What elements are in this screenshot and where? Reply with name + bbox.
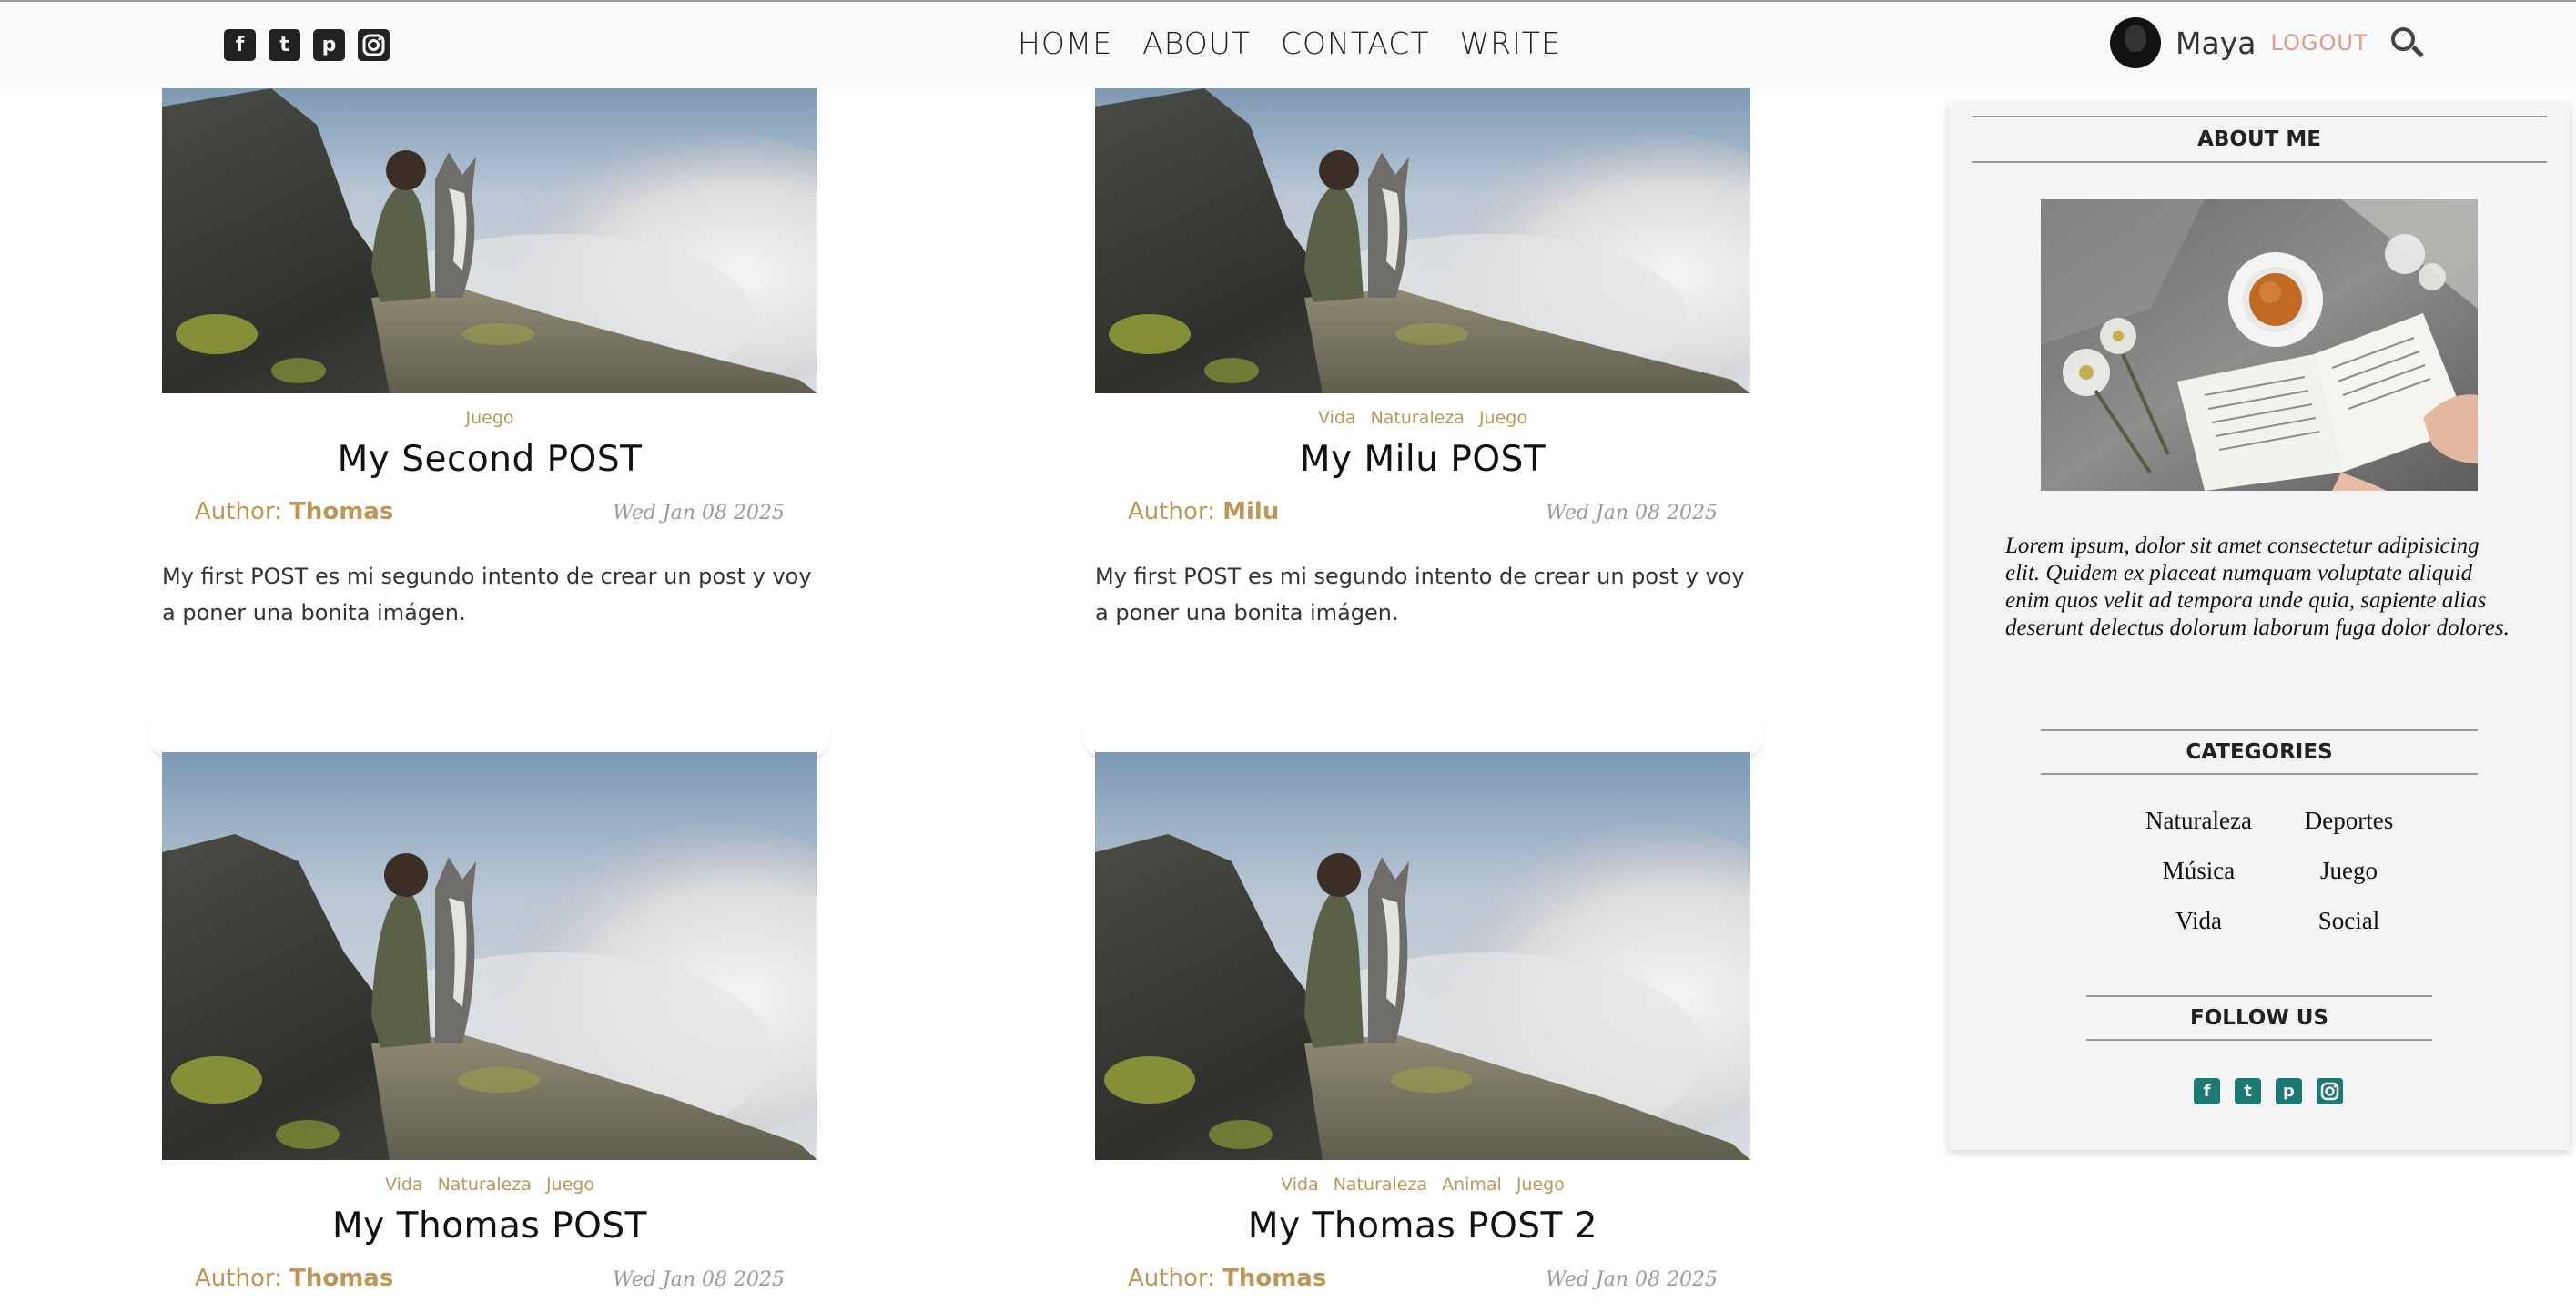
post-title[interactable]: My Second POST [162, 439, 817, 480]
post-meta: Author: Milu Wed Jan 08 2025 [1095, 498, 1750, 525]
sidebar-category-link[interactable]: Vida [2124, 907, 2274, 935]
twitter-square-icon[interactable]: t [2235, 1078, 2261, 1104]
author-name[interactable]: Milu [1222, 498, 1279, 525]
twitter-square-icon[interactable]: t [269, 29, 300, 61]
post-categories: Juego [162, 408, 817, 428]
post-category-tag[interactable]: Juego [546, 1175, 594, 1195]
post-image[interactable] [1095, 752, 1750, 1160]
avatar[interactable] [2110, 17, 2161, 68]
logout-link[interactable]: LOGOUT [2270, 30, 2368, 56]
post-date: Wed Jan 08 2025 [613, 1268, 785, 1291]
post-title[interactable]: My Milu POST [1095, 439, 1750, 480]
post-meta: Author: Thomas Wed Jan 08 2025 [162, 1265, 817, 1292]
post-author: Author: Thomas [1128, 1265, 1326, 1292]
post-category-tag[interactable]: Naturaleza [1334, 1175, 1427, 1195]
facebook-square-icon[interactable]: f [2194, 1078, 2220, 1104]
post-card: Vida Naturaleza Juego My Milu POST Autho… [1082, 88, 1763, 761]
facebook-square-icon[interactable]: f [224, 29, 256, 61]
sidebar: ABOUT ME Lorem ipsum, dolor sit amet con… [1949, 103, 2570, 1150]
author-label: Author: [1128, 1265, 1223, 1292]
post-categories: Vida Naturaleza Juego [1095, 408, 1750, 428]
pinterest-square-icon[interactable]: p [313, 29, 345, 61]
post-category-tag[interactable]: Juego [1516, 1175, 1565, 1195]
sidebar-category-link[interactable]: Naturaleza [2124, 807, 2274, 835]
post-categories: Vida Naturaleza Juego [162, 1175, 817, 1195]
categories-title: CATEGORIES [2041, 729, 2478, 775]
post-category-tag[interactable]: Vida [385, 1175, 423, 1195]
about-me-text: Lorem ipsum, dolor sit amet consectetur … [2005, 534, 2510, 640]
user-area: Maya LOGOUT [2110, 17, 2425, 68]
nav-about-link[interactable]: ABOUT [1142, 25, 1251, 61]
post-author: Author: Thomas [195, 498, 393, 525]
post-category-tag[interactable]: Juego [1479, 408, 1527, 428]
post-category-tag[interactable]: Vida [1281, 1175, 1319, 1195]
sidebar-social-links: f t p [2194, 1078, 2343, 1104]
post-image[interactable] [162, 752, 817, 1160]
post-description: My first POST es mi segundo intento de c… [1095, 564, 1745, 626]
post-meta: Author: Thomas Wed Jan 08 2025 [162, 498, 817, 525]
author-name[interactable]: Thomas [289, 1265, 393, 1292]
author-name[interactable]: Thomas [289, 498, 393, 525]
follow-us-title: FOLLOW US [2086, 995, 2432, 1041]
post-category-tag[interactable]: Naturaleza [1371, 408, 1465, 428]
post-title[interactable]: My Thomas POST 2 [1095, 1206, 1750, 1247]
nav-home-link[interactable]: HOME [1018, 25, 1112, 61]
nav-contact-link[interactable]: CONTACT [1281, 25, 1430, 61]
sidebar-category-link[interactable]: Juego [2274, 857, 2424, 885]
post-card: Vida Naturaleza Juego My Thomas POST Aut… [162, 752, 817, 1292]
top-navbar: f t p HOME ABOUT CONTACT WRITE Maya LOGO… [0, 0, 2576, 88]
pinterest-square-icon[interactable]: p [2276, 1078, 2302, 1104]
post-image[interactable] [162, 88, 817, 393]
post-category-tag[interactable]: Juego [465, 408, 513, 428]
author-label: Author: [195, 1265, 290, 1292]
sidebar-category-link[interactable]: Música [2124, 857, 2274, 885]
post-title[interactable]: My Thomas POST [162, 1206, 817, 1247]
post-category-tag[interactable]: Naturaleza [438, 1175, 532, 1195]
sidebar-category-link[interactable]: Social [2274, 907, 2424, 935]
post-category-tag[interactable]: Animal [1442, 1175, 1502, 1195]
search-icon[interactable] [2388, 25, 2425, 61]
sidebar-categories: Naturaleza Deportes Música Juego Vida So… [2124, 807, 2424, 935]
sidebar-category-link[interactable]: Deportes [2274, 807, 2424, 835]
main-nav: HOME ABOUT CONTACT WRITE [1018, 25, 1561, 61]
instagram-icon[interactable] [358, 29, 390, 61]
post-author: Author: Milu [1128, 498, 1279, 525]
about-me-title: ABOUT ME [1972, 116, 2547, 163]
post-date: Wed Jan 08 2025 [1546, 1268, 1718, 1291]
about-me-image [2041, 199, 2478, 491]
search-icon-handle [2410, 45, 2424, 58]
author-name[interactable]: Thomas [1222, 1265, 1326, 1292]
post-meta: Author: Thomas Wed Jan 08 2025 [1095, 1265, 1750, 1292]
post-card: Juego My Second POST Author: Thomas Wed … [149, 88, 830, 761]
post-category-tag[interactable]: Vida [1318, 408, 1356, 428]
post-card: Vida Naturaleza Animal Juego My Thomas P… [1095, 752, 1750, 1292]
post-date: Wed Jan 08 2025 [613, 502, 785, 524]
author-label: Author: [195, 498, 290, 525]
post-categories: Vida Naturaleza Animal Juego [1095, 1175, 1750, 1195]
instagram-icon[interactable] [2317, 1078, 2343, 1104]
user-name: Maya [2175, 25, 2257, 61]
post-date: Wed Jan 08 2025 [1546, 502, 1718, 524]
post-image[interactable] [1095, 88, 1750, 393]
nav-write-link[interactable]: WRITE [1460, 25, 1561, 61]
post-author: Author: Thomas [195, 1265, 393, 1292]
header-social-links: f t p [224, 29, 390, 61]
post-description: My first POST es mi segundo intento de c… [162, 564, 812, 626]
author-label: Author: [1128, 498, 1223, 525]
